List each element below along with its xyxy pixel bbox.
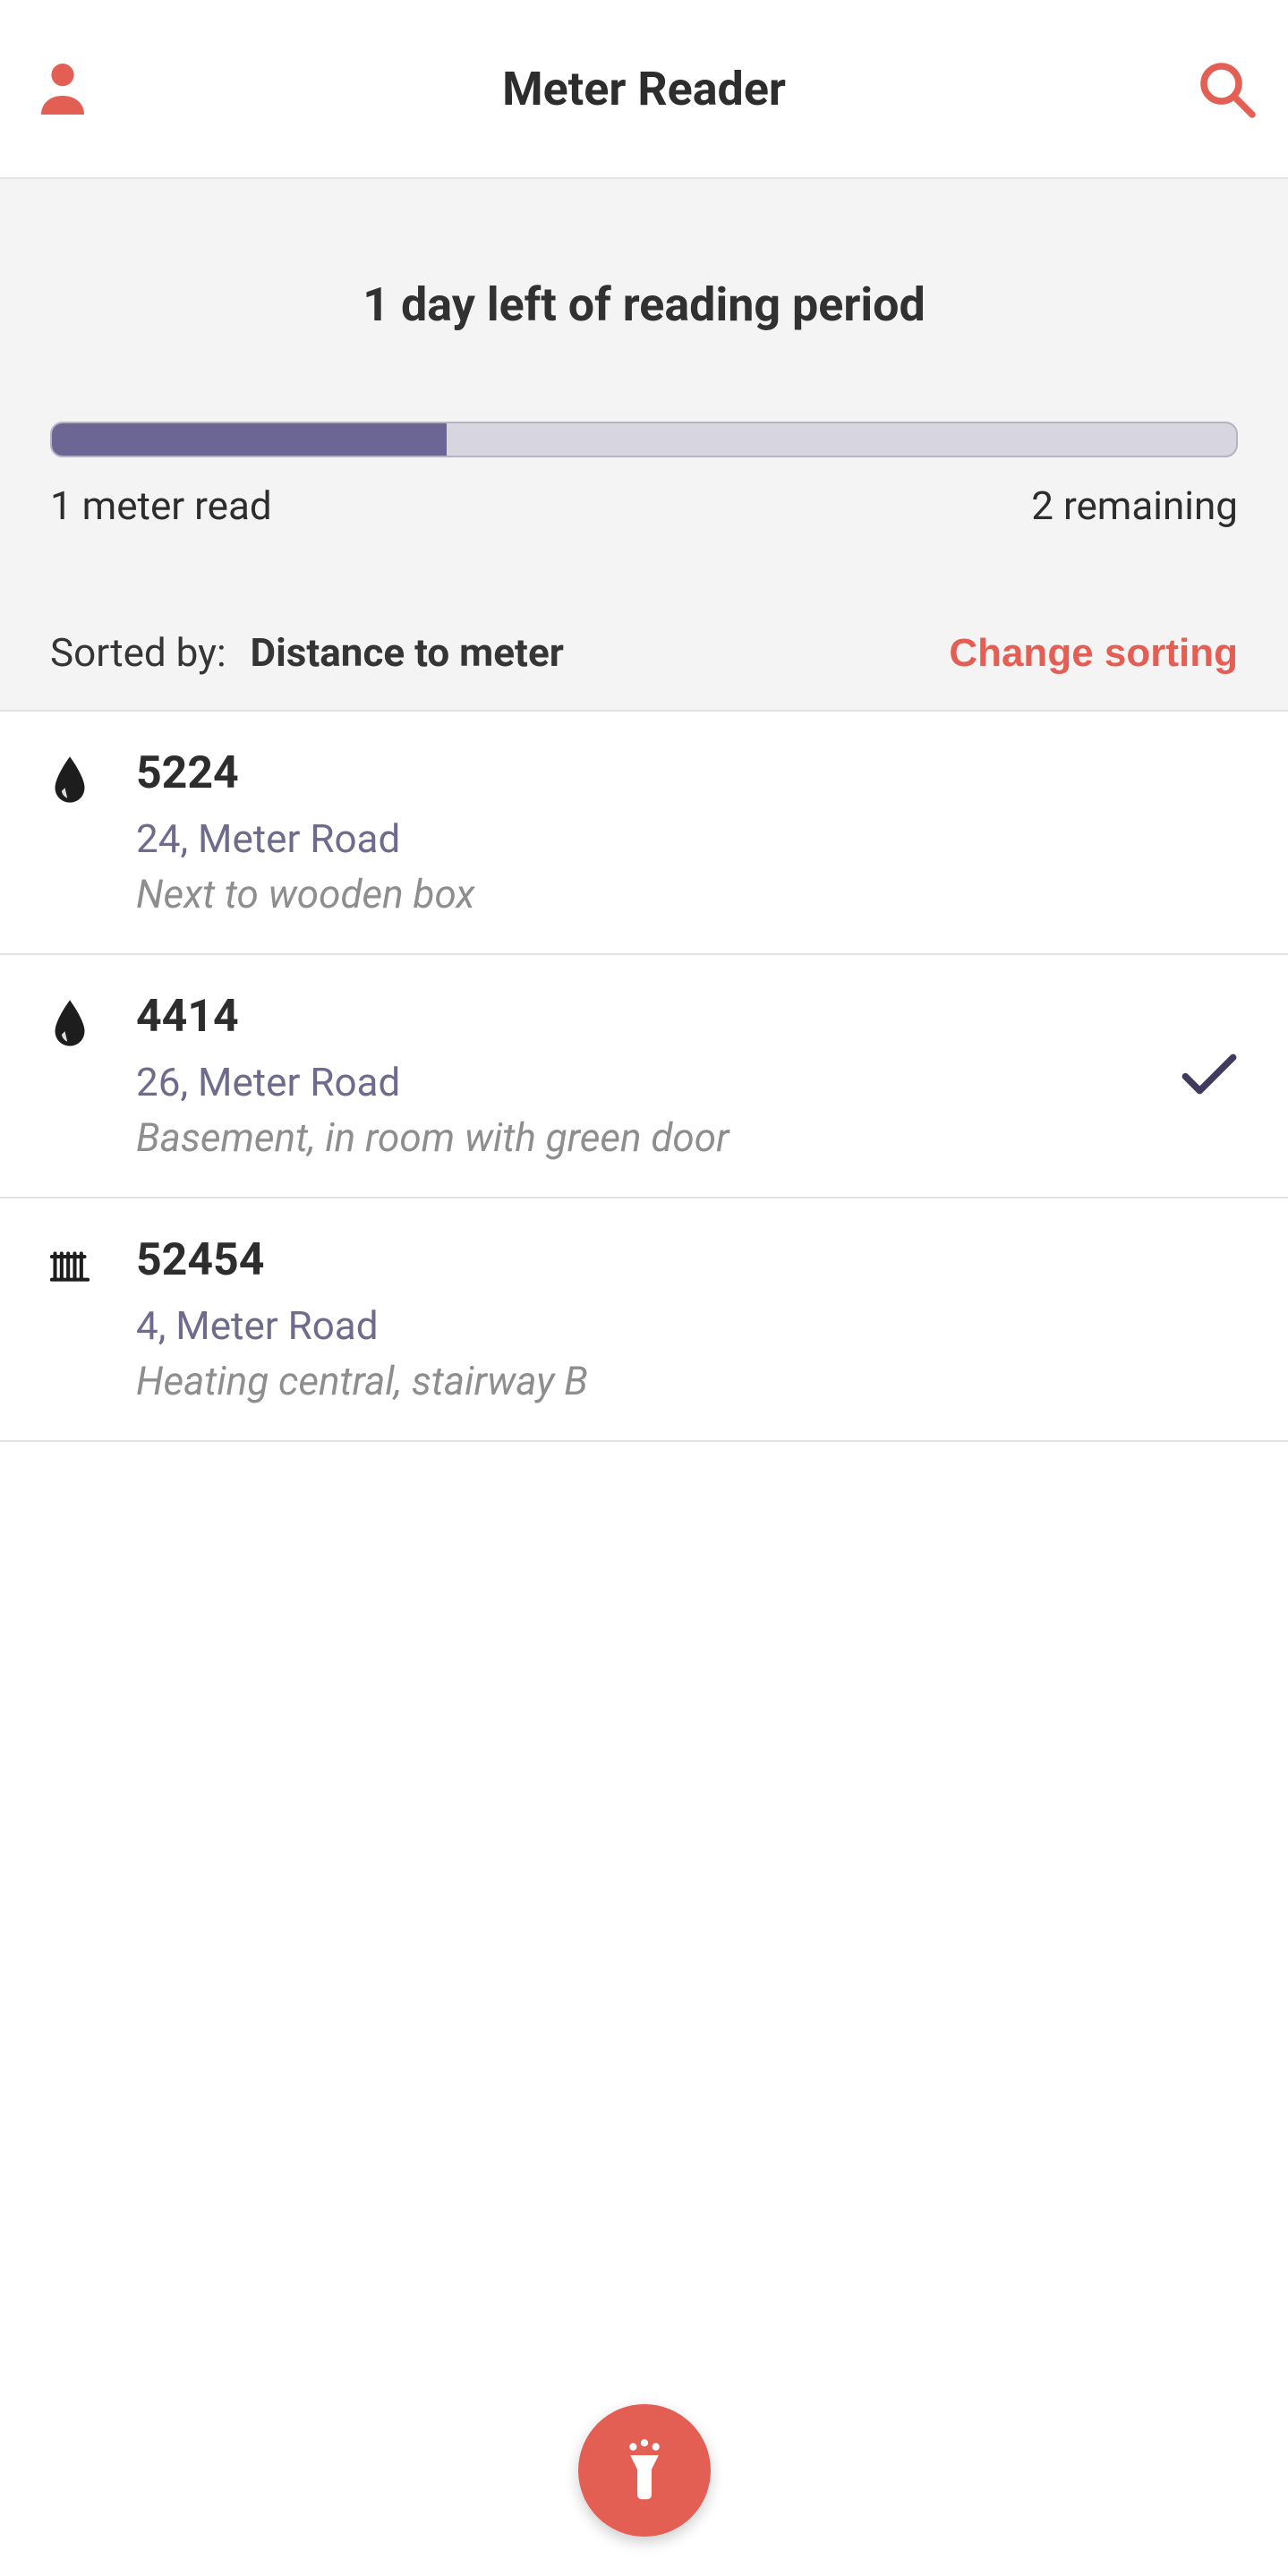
meter-id: 5224 [136,747,1148,799]
profile-button[interactable] [30,55,95,123]
period-heading: 1 day left of reading period [50,277,1238,332]
meter-row[interactable]: 4414 26, Meter Road Basement, in room wi… [0,955,1288,1198]
progress-bar [50,422,1238,457]
sort-row: Sorted by: Distance to meter Change sort… [0,592,1288,712]
flashlight-icon [610,2435,678,2506]
meter-address: 24, Meter Road [136,815,1148,862]
water-drop-icon [50,747,104,808]
meter-list: 5224 24, Meter Road Next to wooden box 4… [0,712,1288,1442]
sort-criterion: Distance to meter [251,629,564,676]
progress-read-label: 1 meter read [50,482,272,529]
progress-fill [52,423,447,456]
meter-row[interactable]: 5224 24, Meter Road Next to wooden box [0,712,1288,955]
person-icon [30,109,95,123]
meter-status [1148,1053,1238,1099]
meter-body: 4414 26, Meter Road Basement, in room wi… [104,991,1148,1161]
radiator-icon [50,1234,104,1295]
meter-row[interactable]: 52454 4, Meter Road Heating central, sta… [0,1198,1288,1442]
change-sorting-button[interactable]: Change sorting [949,631,1238,676]
progress-remaining-label: 2 remaining [1031,482,1238,529]
meter-note: Heating central, stairway B [136,1358,1148,1404]
reading-period-panel: 1 day left of reading period 1 meter rea… [0,179,1288,592]
meter-id: 52454 [136,1234,1148,1286]
checkmark-icon [1181,1053,1238,1099]
flashlight-fab[interactable] [578,2404,711,2537]
meter-address: 26, Meter Road [136,1059,1148,1105]
app-header: Meter Reader [0,0,1288,179]
sort-label: Sorted by: Distance to meter [50,629,564,676]
app-title: Meter Reader [95,62,1193,116]
meter-note: Next to wooden box [136,871,1148,917]
meter-body: 52454 4, Meter Road Heating central, sta… [104,1234,1148,1404]
progress-labels: 1 meter read 2 remaining [50,482,1238,529]
meter-note: Basement, in room with green door [136,1114,1148,1161]
meter-address: 4, Meter Road [136,1302,1148,1349]
search-icon [1193,109,1258,123]
sort-prefix: Sorted by: [50,629,226,676]
water-drop-icon [50,991,104,1052]
meter-id: 4414 [136,991,1148,1043]
meter-body: 5224 24, Meter Road Next to wooden box [104,747,1148,917]
search-button[interactable] [1193,55,1258,123]
